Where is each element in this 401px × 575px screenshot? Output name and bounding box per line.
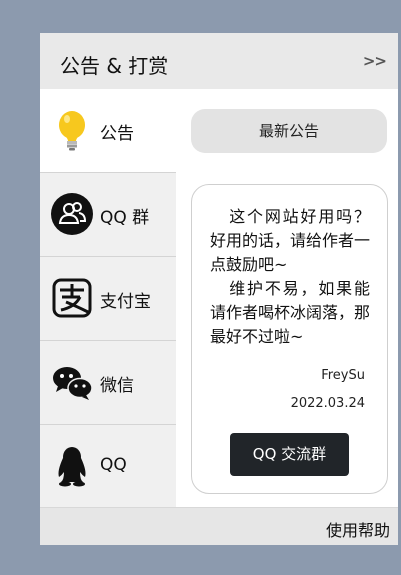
sidebar-item-wechat[interactable]: 微信	[40, 341, 176, 425]
wechat-icon	[50, 360, 94, 404]
sidebar-item-label: 公告	[100, 124, 134, 144]
sidebar: 公告 QQ 群 支付宝 微信 QQ	[40, 89, 176, 508]
panel-footer: 使用帮助	[40, 507, 398, 545]
sidebar-item-label: QQ	[100, 455, 127, 475]
notice-paragraph: 维护不易，如果能请作者喝杯冰阔落，那最好不过啦~	[210, 279, 371, 346]
notice-paragraph: 这个网站好用吗？好用的话，请给作者一点鼓励吧~	[210, 207, 371, 274]
qq-group-button[interactable]: QQ 交流群	[230, 433, 349, 476]
qq-group-icon	[50, 192, 94, 236]
notice-author: FreySu	[321, 368, 365, 383]
notice-date: 2022.03.24	[290, 396, 365, 411]
notice-card: 这个网站好用吗？好用的话，请给作者一点鼓励吧~ 维护不易，如果能请作者喝杯冰阔落…	[191, 184, 388, 494]
sidebar-item-label: QQ 群	[100, 208, 150, 228]
sidebar-item-notice[interactable]: 公告	[40, 89, 176, 173]
panel-header: 公告 & 打赏 >>	[40, 33, 398, 90]
collapse-toggle[interactable]: >>	[363, 52, 387, 70]
alipay-icon	[50, 276, 94, 320]
help-link[interactable]: 使用帮助	[326, 517, 390, 541]
sidebar-item-alipay[interactable]: 支付宝	[40, 257, 176, 341]
notice-content: 最新公告 这个网站好用吗？好用的话，请给作者一点鼓励吧~ 维护不易，如果能请作者…	[176, 89, 398, 507]
lightbulb-icon	[50, 108, 94, 152]
notice-panel: 公告 & 打赏 >> 公告 QQ 群 支付宝 微信 QQ 最新公告 这个网站好用…	[40, 33, 398, 545]
sidebar-item-label: 微信	[100, 376, 134, 396]
sidebar-item-qq-group[interactable]: QQ 群	[40, 173, 176, 257]
sidebar-item-label: 支付宝	[100, 292, 151, 312]
qq-penguin-icon	[50, 444, 94, 488]
sidebar-item-qq[interactable]: QQ	[40, 425, 176, 508]
panel-title: 公告 & 打赏	[60, 54, 169, 78]
notice-message: 这个网站好用吗？好用的话，请给作者一点鼓励吧~ 维护不易，如果能请作者喝杯冰阔落…	[210, 205, 370, 349]
latest-notice-button[interactable]: 最新公告	[191, 109, 387, 153]
